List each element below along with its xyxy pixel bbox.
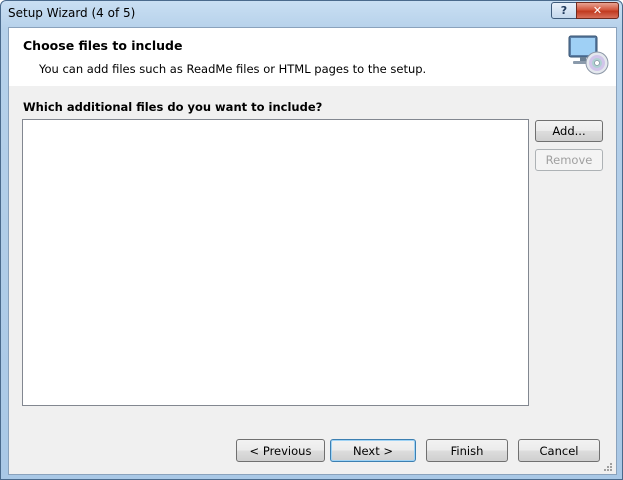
wizard-client-area: Choose files to include You can add file…	[8, 27, 617, 475]
page-subtitle: You can add files such as ReadMe files o…	[39, 62, 427, 76]
close-button[interactable]: ✕	[576, 2, 619, 19]
cancel-button[interactable]: Cancel	[518, 439, 600, 462]
next-button[interactable]: Next >	[330, 439, 416, 462]
resize-grip-icon[interactable]	[603, 462, 613, 472]
computer-disc-icon	[568, 35, 609, 75]
window-title: Setup Wizard (4 of 5)	[8, 6, 136, 20]
page-title: Choose files to include	[23, 38, 183, 53]
finish-button[interactable]: Finish	[426, 439, 508, 462]
close-icon: ✕	[592, 4, 603, 17]
help-icon: ?	[560, 4, 568, 17]
additional-files-list[interactable]	[22, 119, 529, 406]
wizard-header: Choose files to include You can add file…	[9, 28, 616, 86]
previous-button[interactable]: < Previous	[236, 439, 325, 462]
help-button[interactable]: ?	[551, 2, 577, 19]
setup-wizard-window: Setup Wizard (4 of 5) ? ✕ Choose files t…	[0, 0, 623, 480]
files-prompt-label: Which additional files do you want to in…	[23, 100, 323, 114]
remove-file-button[interactable]: Remove	[535, 149, 603, 171]
title-bar[interactable]: Setup Wizard (4 of 5) ? ✕	[1, 1, 622, 27]
add-file-button[interactable]: Add...	[535, 120, 603, 142]
